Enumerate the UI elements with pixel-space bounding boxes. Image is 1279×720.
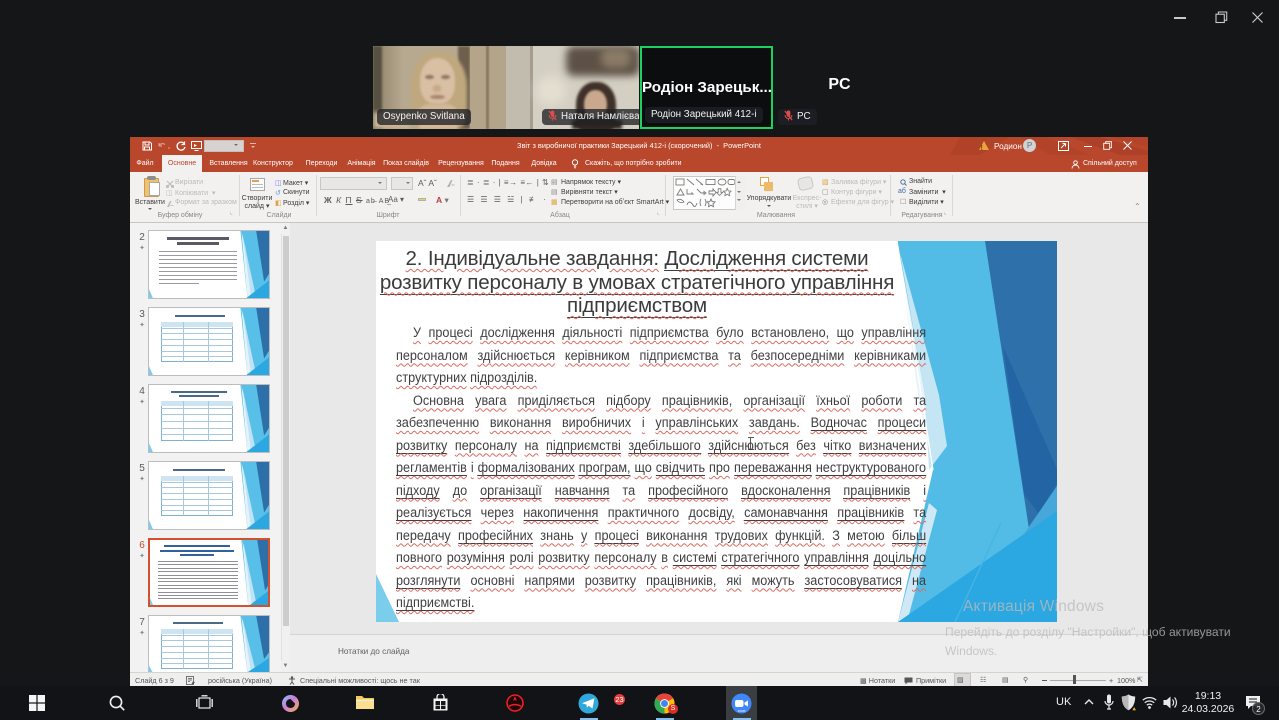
svg-text:zoom: zoom — [738, 709, 746, 713]
